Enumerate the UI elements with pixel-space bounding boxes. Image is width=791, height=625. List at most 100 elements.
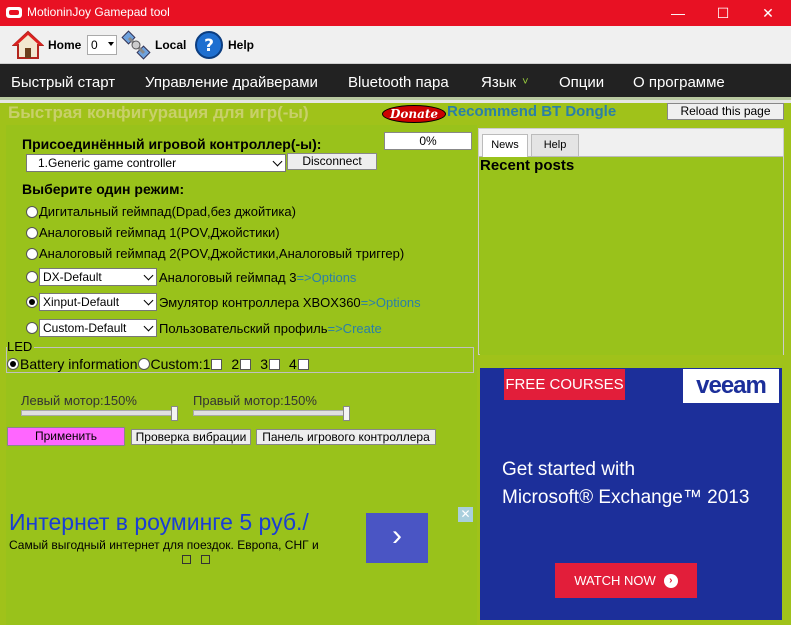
right-motor-slider[interactable] <box>193 406 350 421</box>
ad-dot[interactable] <box>182 555 191 564</box>
ad-headline: Get started with Microsoft® Exchange™ 20… <box>502 456 749 512</box>
led-custom-label: Custom: <box>150 356 203 372</box>
menu-bar: Быстрый старт Управление драйверами Blue… <box>0 64 791 100</box>
radio-analog-1[interactable] <box>26 226 38 239</box>
controller-section-label: Присоединённый игровой контроллер(-ы): <box>22 136 322 152</box>
led-checkbox-2[interactable] <box>240 358 252 370</box>
led-slot-label: 4 <box>289 356 297 372</box>
dropdown-arrow-icon <box>143 321 154 332</box>
led-title: LED <box>7 339 35 354</box>
donate-button[interactable]: Donate <box>382 105 446 123</box>
led-slot-label: 2 <box>231 356 240 372</box>
ad-close-button[interactable]: ✕ <box>766 369 780 383</box>
config-panel: Присоединённый игровой контроллер(-ы): 1… <box>6 125 477 625</box>
progress-text: 0% <box>419 134 437 148</box>
reload-button[interactable]: Reload this page <box>667 103 784 120</box>
radio-digital[interactable] <box>26 205 38 218</box>
custom-profile-select[interactable]: Custom-Default <box>39 319 157 337</box>
help-circle-icon: ? <box>195 31 223 59</box>
xinput-options-link[interactable]: =>Options <box>361 295 421 310</box>
dx-options-link[interactable]: =>Options <box>296 270 356 285</box>
create-profile-link[interactable]: =>Create <box>328 321 382 336</box>
tab-news[interactable]: News <box>482 134 528 157</box>
ad-banner-right[interactable]: FREE COURSES veeam ✕ Get started with Mi… <box>480 368 782 620</box>
menu-driver-manager[interactable]: Управление драйверами <box>145 74 318 91</box>
controller-select[interactable]: 1.Generic game controller <box>26 154 286 172</box>
maximize-button[interactable]: ☐ <box>700 0 746 26</box>
window-title: MotioninJoy Gamepad tool <box>27 5 170 19</box>
mode-option-digital[interactable]: Дигитальный геймпад(Dpad,без джойтика) <box>26 204 296 219</box>
xinput-profile-value: Xinput-Default <box>43 295 120 309</box>
dx-profile-select[interactable]: DX-Default <box>39 268 157 286</box>
minimize-button[interactable]: — <box>655 0 701 26</box>
menu-about[interactable]: О программе <box>633 74 725 91</box>
mode-option-label: Аналоговый геймпад 1(POV,Джойстики) <box>39 225 280 240</box>
right-motor-label: Правый мотор:150% <box>193 393 317 408</box>
ad-dot[interactable] <box>201 555 210 564</box>
radio-battery-info[interactable] <box>7 358 19 370</box>
vibration-test-button[interactable]: Проверка вибрации <box>131 429 251 445</box>
radio-xinput[interactable] <box>26 296 38 308</box>
left-motor-slider[interactable] <box>21 406 178 421</box>
radio-analog-2[interactable] <box>26 247 38 260</box>
menu-options[interactable]: Опции <box>559 74 604 91</box>
help-label: Help <box>228 38 255 52</box>
led-checkbox-1[interactable] <box>211 358 223 370</box>
mode-option-custom[interactable]: Custom-Default Пользовательский профиль =… <box>26 319 382 337</box>
index-select[interactable]: 0 <box>87 35 117 55</box>
xinput-profile-select[interactable]: Xinput-Default <box>39 293 157 311</box>
satellite-icon <box>121 30 151 60</box>
watch-now-button[interactable]: WATCH NOW › <box>555 563 697 598</box>
mode-option-analog-1[interactable]: Аналоговый геймпад 1(POV,Джойстики) <box>26 225 280 240</box>
disconnect-button[interactable]: Disconnect <box>287 153 377 170</box>
led-checkbox-3[interactable] <box>269 358 281 370</box>
veeam-brand-text: veeam <box>696 372 767 399</box>
menu-language[interactable]: Язык ˅ <box>481 74 529 91</box>
mode-option-xinput[interactable]: Xinput-Default Эмулятор контроллера XBOX… <box>26 293 421 311</box>
home-label: Home <box>48 38 82 52</box>
recent-posts-list <box>480 175 783 355</box>
page-title: Быстрая конфигурация для игр(-ы) <box>8 103 309 122</box>
ad-next-button[interactable]: › <box>366 513 428 563</box>
gamepad-icon <box>6 7 22 18</box>
watch-now-label: WATCH NOW <box>574 573 656 588</box>
radio-led-custom[interactable] <box>137 358 150 370</box>
chevron-down-icon: ˅ <box>522 76 529 88</box>
tab-help[interactable]: Help <box>531 134 579 156</box>
dropdown-arrow-icon <box>108 42 114 46</box>
mode-option-dx[interactable]: DX-Default Аналоговый геймпад 3 =>Options <box>26 268 356 286</box>
news-panel: News Help Recent posts <box>478 128 784 355</box>
home-button[interactable]: Home <box>12 30 81 60</box>
dx-mode-label: Аналоговый геймпад 3 <box>159 269 297 285</box>
title-bar: MotioninJoy Gamepad tool — ☐ ✕ <box>0 0 791 26</box>
battery-info-label: Battery information <box>20 356 138 372</box>
ad-title[interactable]: Интернет в роуминге 5 руб./ <box>9 509 309 536</box>
veeam-logo: veeam <box>683 369 779 403</box>
left-motor-label: Левый мотор:150% <box>21 393 137 408</box>
left-motor-thumb[interactable] <box>171 406 178 421</box>
right-motor-thumb[interactable] <box>343 406 350 421</box>
led-slot-label: 1 <box>202 356 211 372</box>
help-button[interactable]: ? Help <box>194 30 254 60</box>
svg-text:?: ? <box>204 36 214 56</box>
local-button[interactable]: Local <box>121 30 186 60</box>
toolbar: Home 0 Local ? Help <box>0 26 791 64</box>
radio-dx[interactable] <box>26 271 38 283</box>
menu-bluetooth-pair[interactable]: Bluetooth пара <box>348 74 449 91</box>
mode-section-label: Выберите один режим: <box>22 181 185 197</box>
mode-option-label: Дигитальный геймпад(Dpad,без джойтика) <box>39 204 296 219</box>
close-button[interactable]: ✕ <box>745 0 791 26</box>
radio-custom[interactable] <box>26 322 38 334</box>
news-tabs: News Help <box>479 129 783 157</box>
mode-option-analog-2[interactable]: Аналоговый геймпад 2(POV,Джойстики,Анало… <box>26 246 404 261</box>
main-area: Быстрая конфигурация для игр(-ы) Donate … <box>0 103 791 625</box>
ad-close-button[interactable]: ✕ <box>458 507 473 522</box>
led-checkbox-4[interactable] <box>297 358 309 370</box>
dropdown-arrow-icon <box>143 295 154 306</box>
apply-button[interactable]: Применить <box>7 427 125 446</box>
controller-panel-button[interactable]: Панель игрового контроллера <box>256 429 436 445</box>
recommend-link[interactable]: Recommend BT Dongle <box>447 103 616 120</box>
menu-quick-start[interactable]: Быстрый старт <box>11 74 115 91</box>
dx-profile-value: DX-Default <box>43 270 102 284</box>
ad-banner-left[interactable]: Интернет в роуминге 5 руб./ Самый выгодн… <box>6 507 474 567</box>
